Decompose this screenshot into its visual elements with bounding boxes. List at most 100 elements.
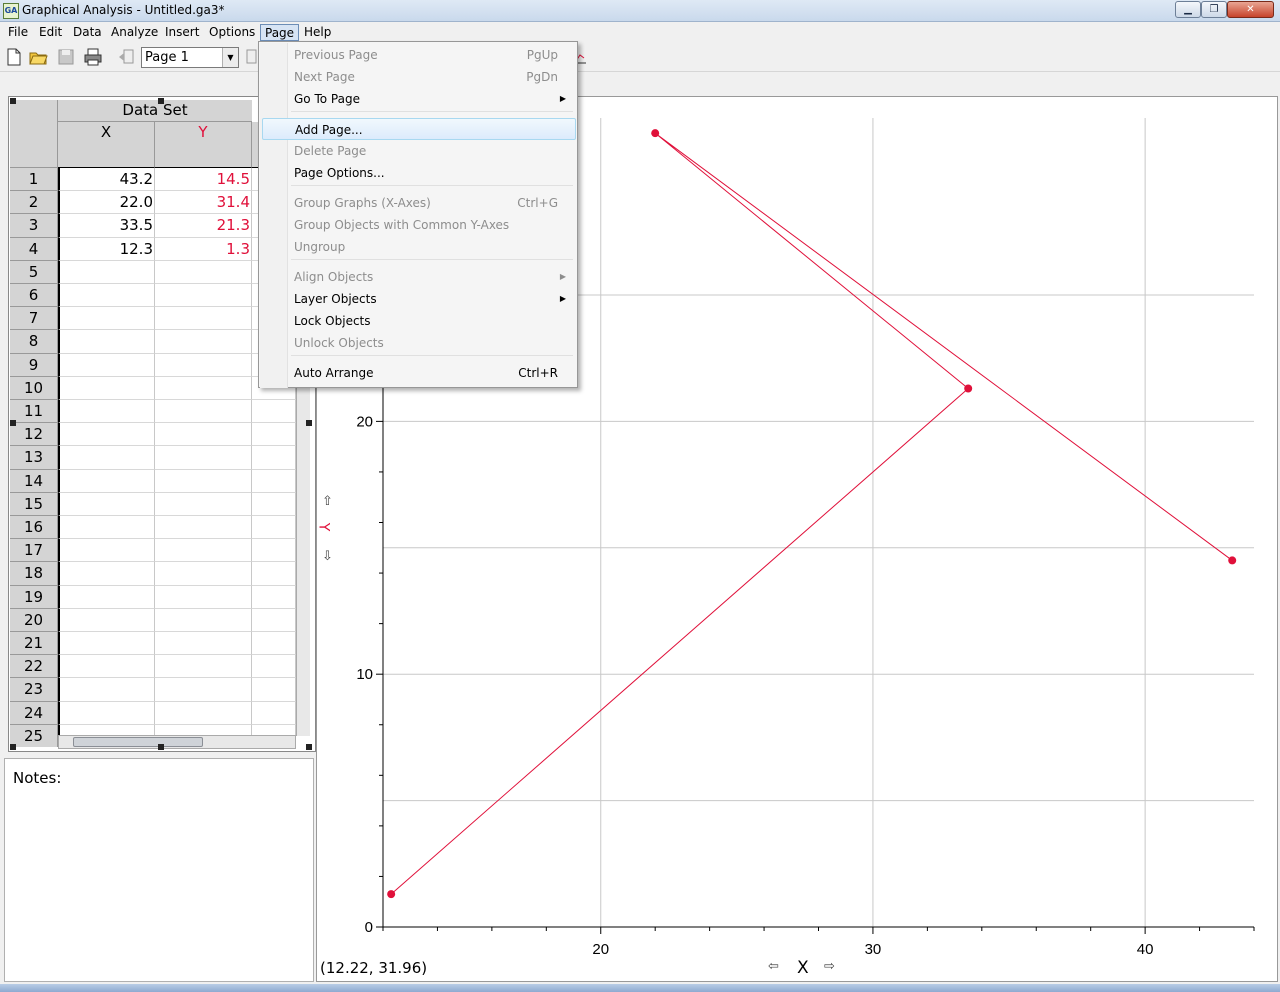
cell-x[interactable]: 43.2	[58, 168, 155, 192]
cell-empty[interactable]	[252, 446, 296, 470]
cell-empty[interactable]	[252, 423, 296, 447]
cell-y[interactable]	[155, 492, 252, 516]
menu-item-auto-arrange[interactable]: Auto Arrange Ctrl+R	[262, 362, 576, 384]
resize-handle[interactable]	[10, 98, 16, 104]
cell-x[interactable]	[58, 655, 155, 679]
row-number[interactable]: 5	[10, 260, 58, 284]
menu-item-go-to-page[interactable]: Go To Page ▶	[262, 88, 576, 110]
cell-y[interactable]	[155, 701, 252, 725]
row-number[interactable]: 17	[10, 539, 58, 563]
menu-insert[interactable]: Insert	[161, 24, 203, 41]
cell-y[interactable]	[155, 376, 252, 400]
cell-x[interactable]	[58, 632, 155, 656]
cell-x[interactable]	[58, 400, 155, 424]
cell-y[interactable]	[155, 678, 252, 702]
arrow-left-icon[interactable]: ⇦	[768, 959, 779, 974]
menu-item-unlock-objects[interactable]: Unlock Objects	[262, 332, 576, 354]
data-set-title[interactable]: Data Set	[58, 100, 252, 122]
row-number[interactable]: 23	[10, 678, 58, 702]
cell-x[interactable]	[58, 284, 155, 308]
resize-handle[interactable]	[10, 744, 16, 750]
menu-item-group-objects-with-common-y-axes[interactable]: Group Objects with Common Y-Axes	[262, 214, 576, 236]
save-icon[interactable]	[56, 47, 76, 67]
cell-y[interactable]	[155, 539, 252, 563]
menu-item-previous-page[interactable]: Previous Page PgUp	[262, 44, 576, 66]
row-number[interactable]: 7	[10, 307, 58, 331]
previous-page-icon[interactable]	[116, 47, 136, 67]
x-axis-label[interactable]: X	[797, 958, 809, 978]
menu-analyze[interactable]: Analyze	[107, 24, 162, 41]
chevron-down-icon[interactable]: ▼	[222, 48, 238, 67]
cell-y[interactable]	[155, 260, 252, 284]
cell-y[interactable]: 14.5	[155, 168, 252, 192]
cell-x[interactable]	[58, 330, 155, 354]
open-folder-icon[interactable]	[28, 47, 48, 67]
row-number[interactable]: 1	[10, 168, 58, 192]
cell-x[interactable]	[58, 492, 155, 516]
row-number[interactable]: 14	[10, 469, 58, 493]
cell-y[interactable]	[155, 632, 252, 656]
cell-empty[interactable]	[252, 516, 296, 540]
menu-item-add-page[interactable]: Add Page...	[262, 118, 576, 140]
menu-item-lock-objects[interactable]: Lock Objects	[262, 310, 576, 332]
row-number[interactable]: 16	[10, 516, 58, 540]
cell-y[interactable]	[155, 284, 252, 308]
cell-empty[interactable]	[252, 608, 296, 632]
cell-y[interactable]	[155, 469, 252, 493]
cell-empty[interactable]	[252, 469, 296, 493]
page-select[interactable]: Page 1 ▼	[141, 47, 239, 68]
cell-y[interactable]	[155, 400, 252, 424]
cell-y[interactable]	[155, 516, 252, 540]
cell-y[interactable]	[155, 423, 252, 447]
menu-item-layer-objects[interactable]: Layer Objects ▶	[262, 288, 576, 310]
row-number[interactable]: 13	[10, 446, 58, 470]
cell-x[interactable]	[58, 539, 155, 563]
cell-x[interactable]	[58, 423, 155, 447]
cell-x[interactable]	[58, 562, 155, 586]
cell-y[interactable]: 1.3	[155, 237, 252, 261]
menu-page[interactable]: Page	[260, 24, 300, 41]
menu-item-delete-page[interactable]: Delete Page	[262, 140, 576, 162]
cell-y[interactable]	[155, 446, 252, 470]
row-number[interactable]: 22	[10, 655, 58, 679]
resize-handle[interactable]	[306, 420, 312, 426]
menu-data[interactable]: Data	[69, 24, 106, 41]
new-file-icon[interactable]	[4, 47, 24, 67]
minimize-button[interactable]: ▁	[1175, 1, 1201, 18]
row-number[interactable]: 24	[10, 701, 58, 725]
menu-help[interactable]: Help	[300, 24, 335, 41]
cell-y[interactable]	[155, 330, 252, 354]
resize-handle[interactable]	[10, 420, 16, 426]
resize-handle[interactable]	[158, 98, 164, 104]
resize-handle[interactable]	[158, 744, 164, 750]
cell-empty[interactable]	[252, 400, 296, 424]
row-number[interactable]: 15	[10, 492, 58, 516]
cell-x[interactable]: 22.0	[58, 191, 155, 215]
row-number[interactable]: 12	[10, 423, 58, 447]
cell-empty[interactable]	[252, 678, 296, 702]
cell-empty[interactable]	[252, 539, 296, 563]
cell-x[interactable]	[58, 585, 155, 609]
close-button[interactable]: ✕	[1227, 1, 1274, 18]
menu-options[interactable]: Options	[205, 24, 259, 41]
cell-x[interactable]: 33.5	[58, 214, 155, 238]
cell-x[interactable]: 12.3	[58, 237, 155, 261]
cell-empty[interactable]	[252, 492, 296, 516]
cell-y[interactable]: 21.3	[155, 214, 252, 238]
cell-y[interactable]	[155, 585, 252, 609]
resize-handle[interactable]	[306, 744, 312, 750]
menu-item-page-options[interactable]: Page Options...	[262, 162, 576, 184]
cell-y[interactable]	[155, 307, 252, 331]
row-number[interactable]: 3	[10, 214, 58, 238]
cell-x[interactable]	[58, 469, 155, 493]
row-number[interactable]: 19	[10, 585, 58, 609]
cell-y[interactable]	[155, 562, 252, 586]
column-header-x[interactable]: X	[58, 122, 155, 168]
row-number[interactable]: 25	[10, 724, 58, 747]
row-number[interactable]: 18	[10, 562, 58, 586]
cell-x[interactable]	[58, 446, 155, 470]
cell-x[interactable]	[58, 307, 155, 331]
row-number[interactable]: 10	[10, 376, 58, 400]
cell-x[interactable]	[58, 376, 155, 400]
row-number[interactable]: 6	[10, 284, 58, 308]
